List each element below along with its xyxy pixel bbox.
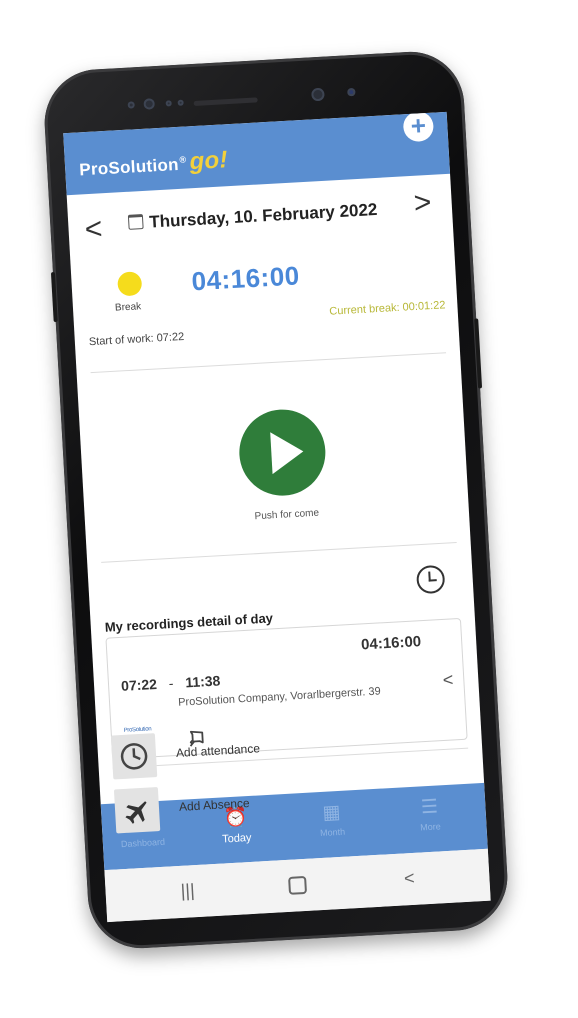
clock-hands (428, 571, 437, 582)
brand-name: ProSolution (78, 154, 180, 180)
play-icon (270, 430, 305, 475)
home-button[interactable] (277, 868, 319, 900)
calendar-icon (127, 213, 144, 230)
current-date: Thursday, 10. February 2022 (127, 199, 378, 234)
date-navigator: < Thursday, 10. February 2022 > (67, 185, 453, 249)
sensor-dot (165, 100, 172, 107)
stage: ProSolution®go! + < Thursday, 10. Februa… (0, 0, 578, 1018)
recents-button[interactable]: ||| (167, 874, 209, 906)
sensor-dot (347, 87, 356, 97)
come-button[interactable] (237, 407, 328, 498)
next-day-button[interactable]: > (407, 185, 439, 223)
date-label: Thursday, 10. February 2022 (148, 199, 378, 232)
start-of-work: Start of work: 07:22 (88, 330, 185, 349)
previous-day-button[interactable]: < (78, 211, 110, 249)
airplane-icon (125, 801, 147, 824)
work-timer: 04:16:00 (190, 260, 301, 297)
history-clock-icon[interactable] (415, 564, 446, 595)
current-break: Current break: 00:01:22 (329, 299, 446, 318)
recording-time-range: 07:22 - 11:38 (121, 672, 221, 694)
sensor-dot (177, 99, 184, 106)
home-square-icon (288, 876, 308, 896)
add-button[interactable]: + (402, 111, 435, 143)
front-camera-icon (311, 87, 325, 102)
back-button[interactable]: < (389, 862, 431, 894)
time-separator: - (168, 675, 174, 692)
recording-duration: 04:16:00 (360, 633, 422, 654)
add-attendance-label: Add attendance (175, 741, 261, 760)
earpiece-speaker (193, 97, 258, 106)
sensor-dot (143, 98, 155, 110)
brand-registered-mark: ® (179, 154, 187, 166)
brand-logo: ProSolution®go! (78, 146, 229, 182)
sensor-dot (127, 101, 135, 109)
divider (90, 352, 447, 374)
tab-label: Dashboard (120, 836, 166, 850)
add-absence-label: Add Absence (178, 795, 250, 814)
status-label: Break (114, 301, 142, 314)
divider (101, 541, 457, 563)
tab-label: Month (319, 826, 346, 839)
break-status-indicator (117, 271, 143, 297)
attendance-icon-box (110, 733, 158, 780)
come-button-label: Push for come (254, 507, 320, 523)
tab-label: More (419, 821, 442, 833)
absence-icon-box (113, 787, 161, 834)
tab-label: Today (221, 831, 252, 846)
recording-start: 07:22 (120, 675, 158, 694)
expand-chevron-icon[interactable]: < (442, 669, 454, 691)
brand-suffix: go! (188, 146, 229, 176)
clock-icon (120, 743, 148, 770)
recording-end: 11:38 (184, 672, 221, 691)
